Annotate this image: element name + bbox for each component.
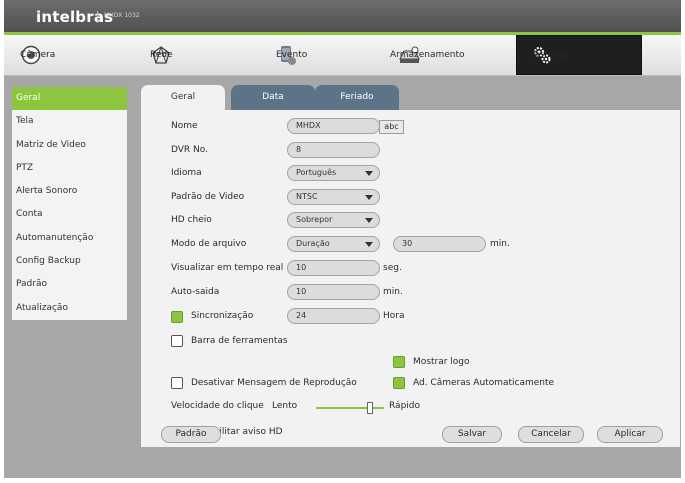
- nome-input[interactable]: MHDX: [287, 118, 380, 134]
- brand-divider: [97, 11, 98, 23]
- sidebar-item-automanutencao[interactable]: Automanutenção: [12, 227, 127, 250]
- auto-saida-input[interactable]: 10: [287, 284, 380, 300]
- sincronizacao-label: Sincronização: [191, 311, 254, 321]
- nav-armazenamento-label: Armazenamento: [390, 50, 465, 60]
- sidebar-item-tela[interactable]: Tela: [12, 110, 127, 133]
- sincronizacao-checkbox[interactable]: [171, 311, 183, 323]
- nav-evento-label: Evento: [276, 50, 308, 60]
- velocidade-slider-thumb[interactable]: [367, 402, 374, 414]
- auto-saida-label: Auto-saida: [171, 287, 220, 297]
- desativar-mensagem-checkbox[interactable]: [171, 377, 183, 389]
- dvr-no-label: DVR No.: [171, 145, 208, 155]
- visualizar-unit: seg.: [383, 263, 402, 273]
- barra-ferramentas-label: Barra de ferramentas: [191, 336, 288, 346]
- desativar-mensagem-label: Desativar Mensagem de Reprodução: [191, 378, 357, 388]
- modo-arquivo-amount[interactable]: 30: [393, 236, 486, 252]
- tab-data[interactable]: Data: [231, 85, 315, 110]
- sidebar-item-matriz-de-video[interactable]: Matriz de Video: [12, 134, 127, 157]
- sidebar-item-config-backup[interactable]: Config Backup: [12, 250, 127, 273]
- aplicar-button[interactable]: Aplicar: [597, 426, 663, 443]
- sidebar-item-padrao[interactable]: Padrão: [12, 273, 127, 296]
- modo-arquivo-select[interactable]: Duração: [287, 236, 380, 252]
- hd-cheio-select[interactable]: Sobrepor: [287, 212, 380, 228]
- nav-sistema-label: Sistema: [531, 50, 568, 60]
- title-bar: intelbras MHDX 1032: [4, 0, 681, 32]
- modo-arquivo-label: Modo de arquivo: [171, 239, 247, 249]
- salvar-button[interactable]: Salvar: [442, 426, 502, 443]
- main-nav: Câmera Rede Evento Armazenamento Sistema: [4, 35, 681, 76]
- tab-geral[interactable]: Geral: [141, 85, 225, 110]
- nav-armazenamento[interactable]: Armazenamento: [390, 35, 518, 75]
- tab-feriado[interactable]: Feriado: [315, 85, 399, 110]
- app-window: intelbras MHDX 1032 Câmera Rede Evento A…: [4, 0, 681, 478]
- auto-saida-unit: min.: [383, 287, 403, 297]
- cancelar-button[interactable]: Cancelar: [518, 426, 584, 443]
- barra-ferramentas-checkbox[interactable]: [171, 335, 183, 347]
- sidebar-item-conta[interactable]: Conta: [12, 203, 127, 226]
- velocidade-low-label: Lento: [272, 401, 298, 411]
- ad-cameras-label: Ad. Câmeras Automaticamente: [413, 378, 555, 388]
- visualizar-label: Visualizar em tempo real: [171, 263, 284, 273]
- hd-cheio-label: HD cheio: [171, 215, 212, 225]
- nav-camera[interactable]: Câmera: [20, 35, 130, 75]
- dvr-no-input[interactable]: 8: [287, 142, 380, 158]
- sidebar-menu: Geral Tela Matriz de Video PTZ Alerta So…: [12, 87, 127, 320]
- sidebar-item-atualizacao[interactable]: Atualização: [12, 297, 127, 320]
- velocidade-high-label: Rápido: [389, 401, 421, 411]
- ad-cameras-checkbox[interactable]: [393, 377, 405, 389]
- model-label: MHDX 1032: [104, 12, 140, 19]
- sincronizacao-unit: Hora: [383, 311, 405, 321]
- brand-logo: intelbras: [36, 8, 114, 26]
- nome-label: Nome: [171, 121, 198, 131]
- mostrar-logo-checkbox[interactable]: [393, 356, 405, 368]
- padrao-video-select[interactable]: NTSC: [287, 189, 380, 205]
- sincronizacao-input[interactable]: 24: [287, 308, 380, 324]
- nav-rede-label: Rede: [150, 50, 173, 60]
- idioma-label: Idioma: [171, 168, 202, 178]
- nav-rede[interactable]: Rede: [150, 35, 260, 75]
- visualizar-input[interactable]: 10: [287, 260, 380, 276]
- padrao-video-label: Padrão de Video: [171, 192, 245, 202]
- padrao-button[interactable]: Padrão: [161, 426, 221, 443]
- sidebar-item-ptz[interactable]: PTZ: [12, 157, 127, 180]
- keyboard-button[interactable]: abc: [379, 120, 404, 134]
- sidebar-item-alerta-sonoro[interactable]: Alerta Sonoro: [12, 180, 127, 203]
- velocidade-label: Velocidade do clique: [171, 401, 264, 411]
- nav-camera-label: Câmera: [20, 50, 56, 60]
- idioma-select[interactable]: Português: [287, 165, 380, 181]
- velocidade-slider-track[interactable]: [316, 407, 384, 409]
- nav-evento[interactable]: Evento: [276, 35, 386, 75]
- nav-sistema[interactable]: Sistema: [516, 35, 642, 75]
- modo-arquivo-unit: min.: [490, 239, 510, 249]
- sidebar-item-geral[interactable]: Geral: [12, 87, 127, 111]
- mostrar-logo-label: Mostrar logo: [413, 357, 470, 367]
- settings-panel: Nome MHDX abc DVR No. 8 Idioma Português…: [141, 110, 680, 447]
